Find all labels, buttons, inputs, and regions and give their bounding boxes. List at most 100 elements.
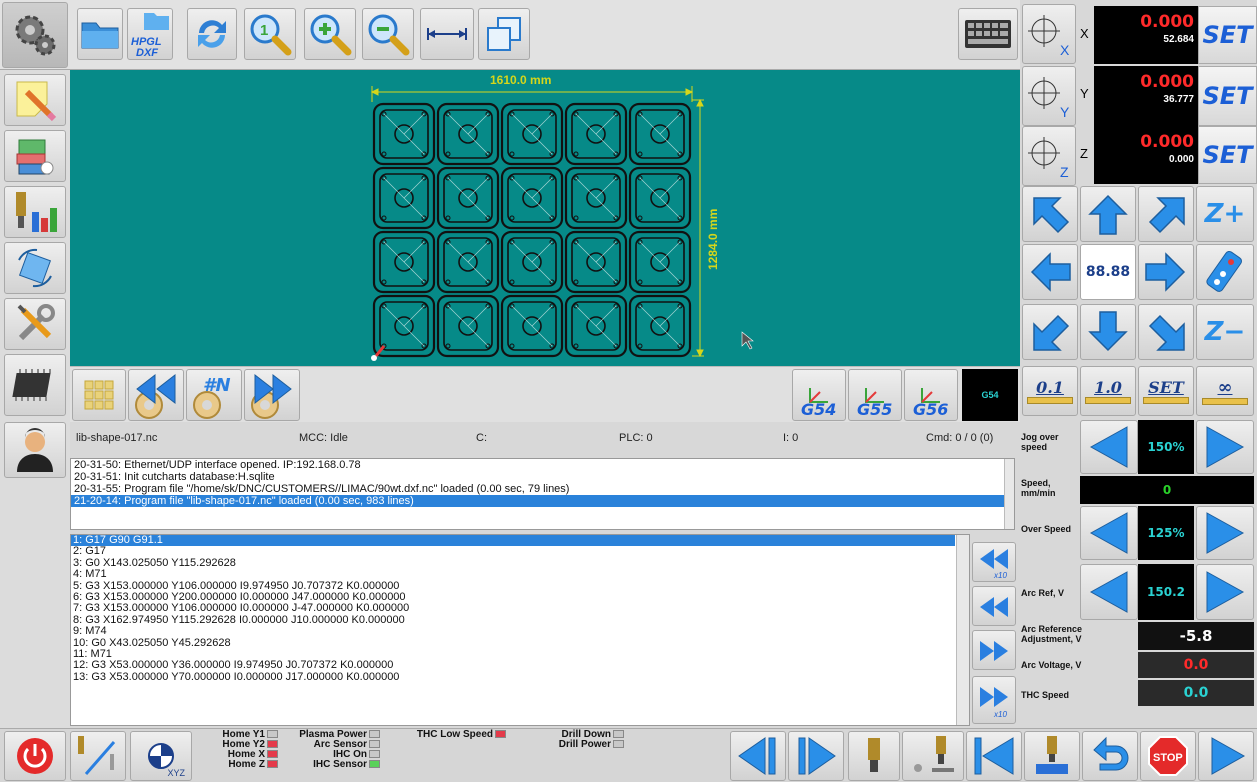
jog-arrow-icon (1088, 311, 1128, 352)
tools-chart-button[interactable] (4, 186, 66, 238)
forward-program-button[interactable] (244, 369, 300, 421)
reload-button[interactable] (187, 8, 237, 60)
gcode-line[interactable]: 9: M74 (71, 625, 969, 637)
zero-x-button[interactable]: X (1022, 4, 1076, 64)
led-indicator (369, 750, 380, 759)
chip-icon (12, 369, 51, 401)
message-log[interactable]: 20-31-50: Ethernet/UDP interface opened.… (70, 458, 1015, 530)
jog-step-set-button[interactable]: SET (1138, 366, 1194, 416)
arc-ref-label: Arc Ref, V (1021, 588, 1065, 598)
jog-left-button[interactable] (1022, 244, 1078, 300)
jog-arrow-icon (1033, 314, 1070, 351)
rapid-path (511, 177, 553, 219)
stop-button[interactable]: STOP (1140, 731, 1196, 781)
service-tools-button[interactable] (4, 298, 66, 350)
gcode-line[interactable]: 8: G3 X162.974950 Y115.292628 I0.000000 … (71, 614, 969, 626)
power-button[interactable] (4, 731, 66, 781)
wcs-g56-button[interactable]: G56 (904, 369, 958, 421)
step-back-button[interactable] (972, 586, 1016, 626)
log-scrollbar[interactable] (1004, 459, 1014, 529)
settings-gears-button[interactable] (2, 2, 68, 68)
measure-button[interactable] (420, 8, 474, 60)
jog-right-button[interactable] (1138, 244, 1194, 300)
wcs-g54-button[interactable]: G54 (792, 369, 846, 421)
arc-ref-decrease-button[interactable] (1080, 564, 1138, 620)
over-speed-decrease-button[interactable] (1080, 506, 1138, 560)
torch-test-button[interactable] (848, 731, 900, 781)
set-x-button[interactable]: SET (1198, 6, 1257, 64)
controller-board-button[interactable] (4, 354, 66, 416)
wcs-g55-button[interactable]: G55 (848, 369, 902, 421)
jump-to-line-button[interactable]: #N (186, 369, 242, 421)
jog-up-right-button[interactable] (1138, 186, 1194, 242)
rotate-sheet-button[interactable] (4, 242, 66, 294)
step-back-x10-button[interactable]: x10 (972, 542, 1016, 582)
gcode-line[interactable]: 10: G0 X43.025050 Y45.292628 (71, 637, 969, 649)
width-dimension-label: 1610.0 mm (490, 73, 552, 87)
copy-view-button[interactable] (478, 8, 530, 60)
step-back-run-button[interactable] (730, 731, 786, 781)
play-icon (1211, 737, 1246, 775)
jog-down-right-button[interactable] (1138, 304, 1194, 360)
zoom-1-button[interactable]: 1 (244, 8, 296, 60)
zero-z-button[interactable]: Z (1022, 126, 1076, 186)
zoom-fit-icon: 1 (250, 14, 292, 56)
program-preview-canvas[interactable]: 1610.0 mm 1284.0 mm (70, 70, 1020, 366)
jog-z-minus-button[interactable]: Z− (1196, 304, 1254, 360)
open-file-button[interactable] (77, 8, 123, 60)
status-i: I: 0 (783, 432, 799, 444)
jog-speed-decrease-button[interactable] (1080, 420, 1138, 474)
import-hpgl-dxf-button[interactable]: HPGL DXF (127, 8, 173, 60)
jog-step-1.0-button[interactable]: 1.0 (1080, 366, 1136, 416)
gcode-scrollbar[interactable] (956, 535, 969, 725)
arc-ref-increase-button[interactable] (1196, 564, 1254, 620)
gcode-listing[interactable]: 1: G17 G90 G91.1 2: G17 3: G0 X143.02505… (70, 534, 970, 726)
keyboard-button[interactable] (958, 8, 1018, 60)
torch-up-down-button[interactable] (902, 731, 964, 781)
user-profile-button[interactable] (4, 422, 66, 478)
remote-pendant-button[interactable] (1196, 244, 1254, 300)
edit-program-button[interactable] (4, 74, 66, 126)
jog-up-button[interactable] (1080, 186, 1136, 242)
jog-down-button[interactable] (1080, 304, 1136, 360)
gcode-line[interactable]: 3: G0 X143.025050 Y115.292628 (71, 557, 969, 569)
part-bolt-hole (573, 215, 579, 221)
zoom-out-button[interactable] (362, 8, 414, 60)
step-forward-run-button[interactable] (788, 731, 844, 781)
grid-toggle-button[interactable] (72, 369, 126, 421)
go-to-start-button[interactable] (966, 731, 1022, 781)
arc-ref-adj-label: Arc Reference Adjustment, V (1021, 624, 1083, 644)
start-button[interactable] (1198, 731, 1254, 781)
step-forward-x10-button[interactable]: x10 (972, 676, 1016, 724)
set-y-button[interactable]: SET (1198, 66, 1257, 126)
torch-table-button[interactable] (1024, 731, 1080, 781)
jog-step-continuous-button[interactable]: ∞ (1196, 366, 1254, 416)
part-bolt-hole (381, 215, 387, 221)
jog-step-0.1-button[interactable]: 0.1 (1022, 366, 1078, 416)
rapid-path (511, 305, 553, 347)
gcode-line-current[interactable]: 1: G17 G90 G91.1 (71, 535, 955, 547)
jog-speed-increase-button[interactable] (1196, 420, 1254, 474)
axis-x-label: X (1080, 26, 1089, 41)
zero-y-button[interactable]: Y (1022, 66, 1076, 126)
go-to-zero-xyz-button[interactable]: XYZ (130, 731, 192, 781)
refresh-icon (198, 20, 226, 48)
led-indicator (267, 730, 278, 739)
set-z-button[interactable]: SET (1198, 126, 1257, 184)
return-button[interactable] (1082, 731, 1138, 781)
zoom-in-button[interactable] (304, 8, 356, 60)
rewind-program-button[interactable] (128, 369, 184, 421)
status-line: lib-shape-017.nc MCC: Idle C: PLC: 0 I: … (70, 428, 1020, 448)
cutchart-database-button[interactable] (4, 130, 66, 182)
jog-up-left-button[interactable] (1022, 186, 1078, 242)
gcode-line[interactable]: 4: M71 (71, 568, 969, 580)
step-forward-button[interactable] (972, 630, 1016, 670)
gcode-line[interactable]: 13: G3 X53.000000 Y70.000000 I0.000000 J… (71, 671, 969, 683)
jog-down-left-button[interactable] (1022, 304, 1078, 360)
torch-line-button[interactable] (70, 731, 126, 781)
over-speed-increase-button[interactable] (1196, 506, 1254, 560)
jog-feed-display[interactable]: 88.88 (1080, 244, 1136, 300)
wcs-g55-label: G55 (857, 400, 893, 419)
part-bolt-hole (445, 343, 451, 349)
jog-z-plus-button[interactable]: Z+ (1196, 186, 1254, 242)
